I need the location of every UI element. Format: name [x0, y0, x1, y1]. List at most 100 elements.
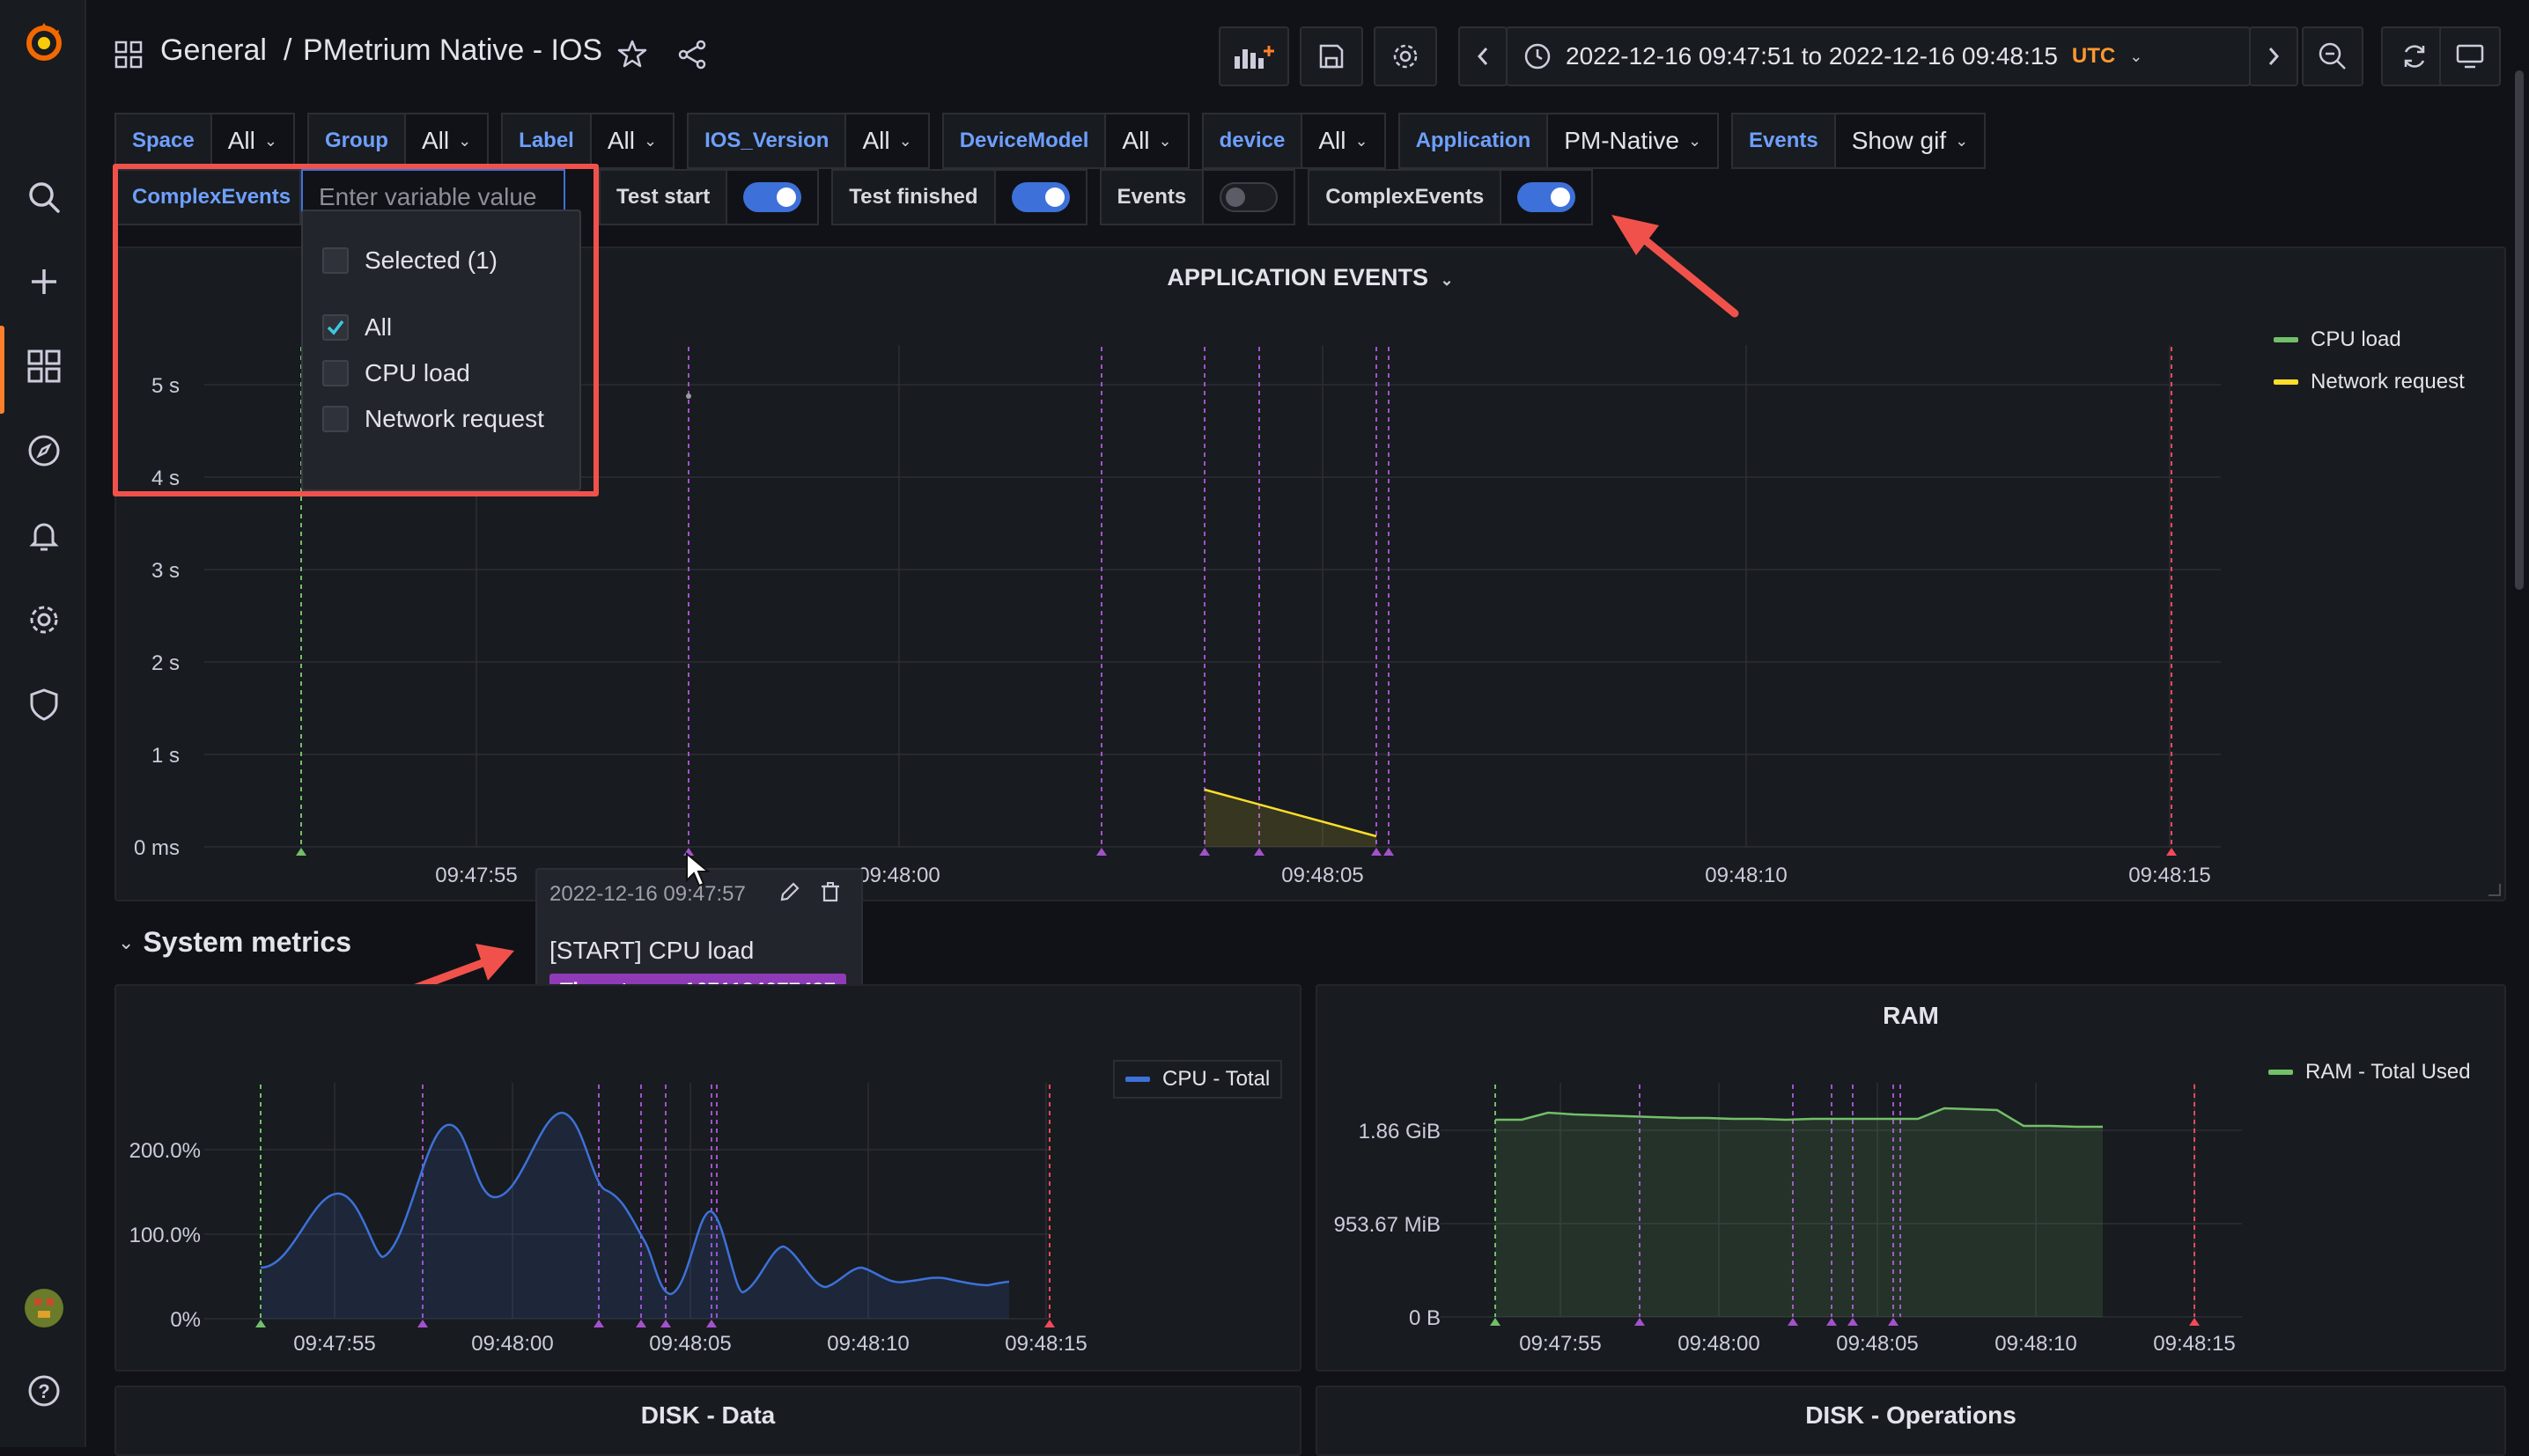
section-title: System metrics — [143, 926, 352, 958]
pencil-icon[interactable] — [778, 880, 801, 903]
trash-icon[interactable] — [819, 880, 842, 903]
annotation-marker[interactable] — [1634, 1318, 1645, 1326]
toggle-switch-box[interactable] — [1501, 169, 1594, 225]
legend-item[interactable]: CPU - Total — [1125, 1067, 1270, 1092]
checkbox[interactable] — [322, 406, 349, 432]
chevron-down-icon: ⌄ — [2129, 47, 2143, 65]
toggle-switch[interactable] — [1011, 182, 1070, 212]
x-tick-label: 09:48:15 — [2153, 1332, 2235, 1356]
mouse-cursor-icon — [686, 851, 711, 887]
annotation-marker[interactable] — [1826, 1318, 1837, 1326]
annotation-marker[interactable] — [1199, 848, 1210, 856]
time-shift-forward-button[interactable] — [2249, 26, 2298, 86]
y-tick-label: 4 s — [151, 467, 180, 490]
user-avatar[interactable] — [21, 1285, 67, 1331]
annotation-marker[interactable] — [594, 1320, 604, 1327]
annotation-marker[interactable] — [255, 1320, 266, 1327]
dashboards-icon[interactable] — [21, 343, 67, 389]
toggle-switch-box[interactable] — [1204, 169, 1296, 225]
toggle-complex-events: ComplexEvents — [1308, 169, 1594, 225]
variable-select[interactable]: All ⌄ — [405, 113, 490, 169]
checkbox[interactable] — [322, 360, 349, 386]
panel-title[interactable]: DISK - Operations — [1317, 1401, 2504, 1430]
shield-icon[interactable] — [21, 681, 67, 727]
toggle-switch-box[interactable] — [727, 169, 820, 225]
toggle-switch[interactable] — [743, 182, 802, 212]
toggle-switch[interactable] — [1220, 182, 1279, 212]
explore-compass-icon[interactable] — [21, 428, 67, 474]
variable-select[interactable]: All ⌄ — [846, 113, 930, 169]
annotation-marker[interactable] — [660, 1320, 671, 1327]
annotation-marker[interactable] — [1096, 848, 1107, 856]
variable-label: device — [1201, 113, 1303, 169]
system-metrics-row-header[interactable]: ⌄ System metrics — [118, 926, 351, 959]
time-picker-button[interactable]: 2022-12-16 09:47:51 to 2022-12-16 09:48:… — [1506, 26, 2251, 86]
dropdown-option-selected[interactable]: Selected (1) — [322, 246, 498, 275]
search-icon[interactable] — [21, 174, 67, 220]
bell-icon[interactable] — [21, 512, 67, 558]
clock-icon — [1524, 43, 1551, 70]
annotation-marker[interactable] — [1888, 1318, 1899, 1326]
breadcrumb-folder[interactable]: General — [160, 33, 267, 68]
annotation-marker[interactable] — [1044, 1320, 1055, 1327]
dropdown-option-all[interactable]: All — [322, 313, 392, 342]
dropdown-option-network-request[interactable]: Network request — [322, 405, 544, 433]
help-icon[interactable]: ? — [21, 1368, 67, 1414]
variable-device: device All ⌄ — [1201, 113, 1386, 169]
variable-select[interactable]: PM-Native ⌄ — [1548, 113, 1720, 169]
complex-events-dropdown: Selected (1) All CPU load Network reques… — [301, 210, 581, 491]
grafana-logo-icon[interactable] — [21, 19, 67, 65]
settings-gear-button[interactable] — [1374, 26, 1437, 86]
toggle-label: Events — [1099, 169, 1205, 225]
plus-icon[interactable] — [21, 259, 67, 305]
variable-value: PM-Native — [1564, 127, 1679, 154]
toggle-switch-box[interactable] — [995, 169, 1088, 225]
tv-mode-button[interactable] — [2439, 26, 2501, 86]
legend-item[interactable]: Network request — [2274, 370, 2465, 394]
annotation-marker[interactable] — [2166, 848, 2177, 856]
variable-select[interactable]: All ⌄ — [591, 113, 675, 169]
dropdown-option-cpu-load[interactable]: CPU load — [322, 359, 470, 387]
checkbox[interactable] — [322, 247, 349, 274]
annotation-marker[interactable] — [1383, 848, 1394, 856]
annotation-marker[interactable] — [706, 1320, 717, 1327]
annotation-marker[interactable] — [1847, 1318, 1858, 1326]
toggle-switch[interactable] — [1517, 182, 1576, 212]
variable-value: All — [607, 127, 635, 154]
legend-item[interactable]: CPU load — [2274, 327, 2465, 352]
add-panel-button[interactable] — [1219, 26, 1289, 86]
variable-select[interactable]: Show gif ⌄ — [1835, 113, 1987, 169]
dashboard-title[interactable]: PMetrium Native - IOS — [303, 33, 602, 68]
legend-swatch — [2268, 1070, 2293, 1075]
annotation-marker[interactable] — [2189, 1318, 2200, 1326]
star-icon[interactable] — [616, 39, 648, 70]
annotation-marker[interactable] — [296, 848, 306, 856]
legend-label: CPU load — [2311, 327, 2401, 351]
panel-title[interactable]: DISK - Data — [116, 1401, 1300, 1430]
annotation-marker[interactable] — [1490, 1318, 1500, 1326]
legend-item[interactable]: RAM - Total Used — [2268, 1060, 2471, 1085]
checkbox-checked[interactable] — [322, 314, 349, 341]
panel-resize-handle[interactable] — [2488, 884, 2501, 896]
annotation-marker[interactable] — [417, 1320, 428, 1327]
refresh-button[interactable] — [2381, 26, 2448, 86]
annotation-marker[interactable] — [1254, 848, 1264, 856]
annotation-marker[interactable] — [1788, 1318, 1798, 1326]
x-tick-label: 09:48:00 — [1677, 1332, 1759, 1356]
page-scrollbar[interactable] — [2515, 70, 2524, 590]
time-range-text: 2022-12-16 09:47:51 to 2022-12-16 09:48:… — [1566, 42, 2058, 70]
share-icon[interactable] — [676, 39, 708, 70]
legend-label: RAM - Total Used — [2305, 1060, 2471, 1084]
time-shift-back-button[interactable] — [1458, 26, 1508, 86]
sidebar: ? — [0, 0, 86, 1447]
variable-label: Label — [501, 113, 592, 169]
annotation-marker[interactable] — [636, 1320, 646, 1327]
variable-ios-version: IOS_Version All ⌄ — [687, 113, 930, 169]
zoom-out-button[interactable] — [2302, 26, 2363, 86]
gear-icon[interactable] — [21, 597, 67, 643]
variable-select[interactable]: All ⌄ — [1106, 113, 1190, 169]
annotation-marker[interactable] — [1371, 848, 1382, 856]
save-button[interactable] — [1300, 26, 1363, 86]
variable-select[interactable]: All ⌄ — [1302, 113, 1386, 169]
variable-select[interactable]: All ⌄ — [211, 113, 295, 169]
